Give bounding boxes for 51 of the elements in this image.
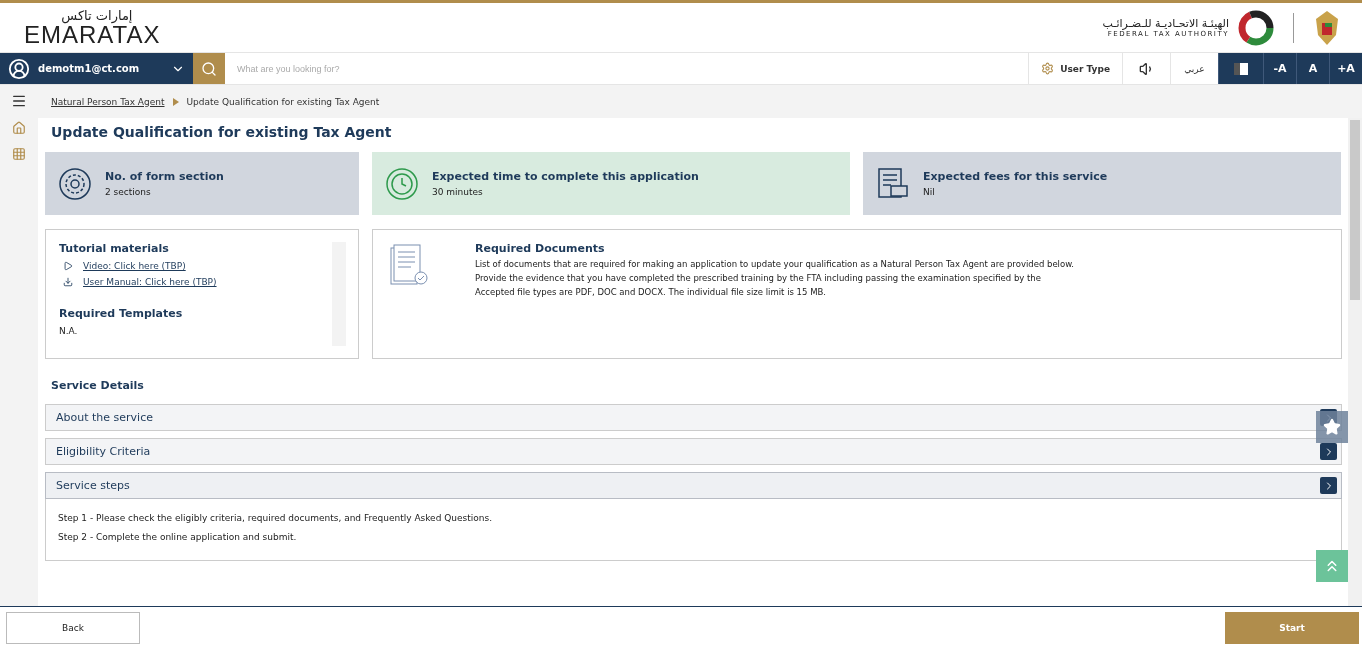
home-icon[interactable] — [12, 121, 26, 135]
font-size-button[interactable]: A — [1296, 53, 1329, 84]
gear-icon — [57, 165, 93, 202]
document-text: Accepted file types are PDF, DOC and DOCX. The individual file size limit is 15 MB. — [475, 287, 827, 297]
contrast-icon — [1234, 62, 1248, 75]
card-value: 30 minutes — [432, 187, 484, 197]
logo-text: EMARATAX — [24, 23, 161, 47]
authority-arabic-text: الهيئـة الاتحـاديـة للـضـرائـب — [1102, 17, 1229, 30]
section-heading: Required Templates — [59, 307, 184, 320]
gear-icon — [1041, 62, 1055, 75]
accordion-header[interactable]: Eligibility Criteria — [45, 438, 1342, 465]
card-title: No. of form section — [105, 170, 224, 183]
step-text: Step 2 - Complete the online application and submit. — [58, 532, 298, 542]
section-heading: Tutorial materials — [59, 242, 170, 255]
search-button[interactable] — [193, 53, 225, 84]
user-icon — [8, 57, 30, 80]
star-icon — [1323, 418, 1341, 436]
document-text: Provide the evidence that you have completed the prescribed training by the FTA including passing the examination specified by the — [475, 273, 1042, 283]
grid-icon[interactable] — [12, 147, 26, 161]
breadcrumb-link[interactable]: Natural Person Tax Agent — [51, 96, 165, 107]
scroll-top-button[interactable] — [1316, 550, 1348, 582]
menu-icon[interactable] — [11, 93, 27, 109]
section-heading: Service Details — [51, 379, 145, 392]
breadcrumb-current: Update Qualification for existing Tax Agent — [186, 96, 380, 107]
back-button[interactable]: Back — [6, 611, 140, 644]
tutorial-link[interactable]: Video: Click here (TBP) — [83, 261, 186, 271]
accordion-header[interactable]: About the service — [45, 404, 1342, 431]
card-title: Expected fees for this service — [923, 170, 1108, 183]
scrollbar-thumb[interactable] — [1350, 120, 1360, 300]
card-value: 2 sections — [105, 187, 152, 197]
download-icon — [63, 277, 73, 287]
logo-arabic-text: إمارات تاكس — [61, 8, 133, 23]
search-icon — [201, 60, 217, 77]
tutorial-link[interactable]: User Manual: Click here (TBP) — [83, 277, 217, 287]
font-size-button[interactable]: -A — [1263, 53, 1296, 84]
step-text: Step 1 - Please check the eligibly criteria, required documents, and Frequently Asked Questions. — [58, 513, 494, 523]
user-menu[interactable]: demotm1@ct.com — [0, 53, 193, 84]
card-value: Nil — [923, 187, 936, 197]
document-text: List of documents that are required for making an application to update your qualification as a Natural Person Tax Agent are provided below. — [475, 259, 1075, 269]
stopwatch-icon — [384, 165, 420, 202]
section-heading: Required Documents — [475, 242, 606, 255]
templates-value: N.A. — [59, 326, 79, 336]
card-title: Expected time to complete this application — [432, 170, 699, 183]
page-title: Update Qualification for existing Tax Agent — [51, 124, 393, 140]
font-size-button[interactable]: +A — [1329, 53, 1362, 84]
ring-logo-icon — [1237, 8, 1275, 47]
favorite-button[interactable] — [1316, 411, 1348, 443]
breadcrumb-arrow-icon — [172, 97, 179, 106]
play-icon — [63, 261, 73, 271]
accordion-header[interactable]: Service steps — [45, 472, 1342, 499]
contrast-button[interactable] — [1218, 53, 1263, 84]
